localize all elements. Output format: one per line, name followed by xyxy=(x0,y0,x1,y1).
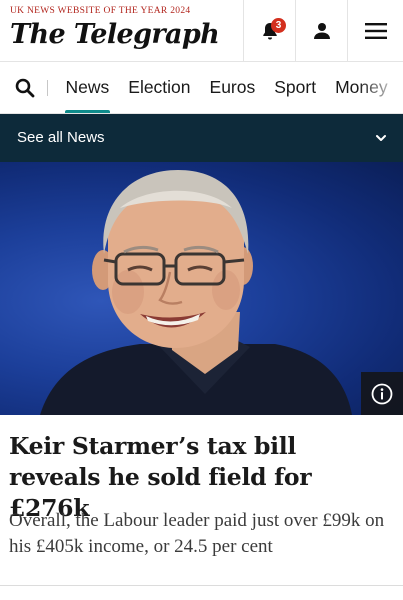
section-nav: News Election Euros Sport Money xyxy=(0,62,403,114)
info-icon xyxy=(371,383,393,404)
brand[interactable]: UK NEWS WEBSITE OF THE YEAR 2024 The Tel… xyxy=(10,6,220,50)
nav-scroll-fade xyxy=(358,62,403,113)
article-divider xyxy=(0,585,403,586)
person-icon xyxy=(313,23,330,39)
nav-item-news[interactable]: News xyxy=(56,62,119,113)
hamburger-icon xyxy=(364,23,387,39)
account-button[interactable] xyxy=(295,0,347,62)
see-all-news-bar[interactable]: See all News xyxy=(0,114,403,162)
portrait-photo xyxy=(40,170,352,415)
search-icon[interactable] xyxy=(14,77,36,99)
see-all-news-label: See all News xyxy=(17,129,105,146)
article-hero-image[interactable] xyxy=(0,162,403,415)
article-standfirst[interactable]: Overall, the Labour leader paid just ove… xyxy=(9,508,394,560)
nav-item-election[interactable]: Election xyxy=(119,62,200,113)
menu-button[interactable] xyxy=(347,0,403,62)
nav-divider xyxy=(47,80,48,96)
site-header: UK NEWS WEBSITE OF THE YEAR 2024 The Tel… xyxy=(0,0,403,62)
nav-item-euros[interactable]: Euros xyxy=(200,62,265,113)
nav-items: News Election Euros Sport Money xyxy=(56,62,397,113)
chevron-down-icon xyxy=(376,135,386,141)
nav-item-sport[interactable]: Sport xyxy=(265,62,326,113)
image-info-button[interactable] xyxy=(361,372,403,415)
award-tagline: UK NEWS WEBSITE OF THE YEAR 2024 xyxy=(10,6,191,16)
notifications-button[interactable]: 3 xyxy=(243,0,295,62)
notification-count-badge: 3 xyxy=(271,18,286,33)
masthead-logo[interactable]: The Telegraph xyxy=(10,19,220,50)
